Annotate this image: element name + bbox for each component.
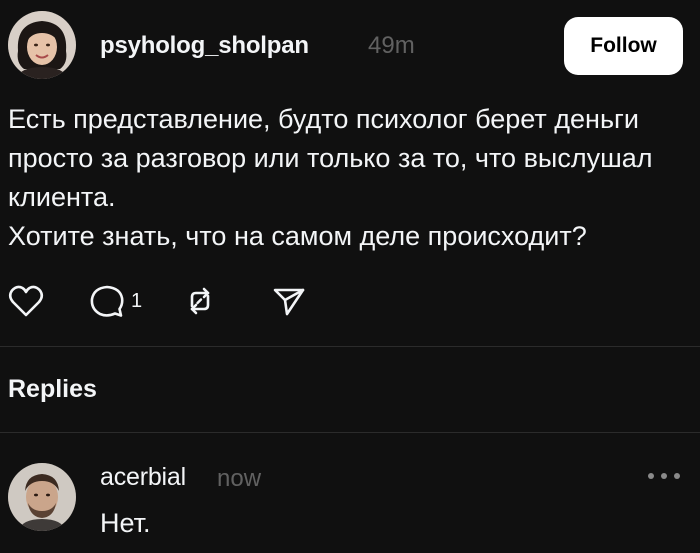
share-button[interactable] [271, 283, 307, 319]
send-icon [273, 288, 305, 316]
avatar-image [8, 11, 76, 79]
post-header: psyholog_sholpan 49m Follow [0, 0, 700, 90]
comment-button[interactable]: 1 [89, 283, 142, 319]
divider [0, 346, 700, 347]
follow-button[interactable]: Follow [564, 17, 683, 75]
reply-timestamp: now [217, 465, 262, 492]
comment-count: 1 [131, 289, 143, 312]
like-button[interactable] [8, 283, 44, 319]
post-username[interactable]: psyholog_sholpan [100, 32, 309, 60]
avatar[interactable] [8, 11, 76, 79]
more-dots-icon [674, 473, 680, 479]
repost-icon [190, 287, 210, 315]
more-dots-icon [648, 473, 654, 479]
divider [0, 432, 700, 433]
heart-icon [8, 285, 44, 317]
more-dots-icon [661, 473, 667, 479]
repost-button[interactable] [182, 283, 218, 319]
comment-icon [90, 285, 124, 317]
reply-username[interactable]: acerbial [100, 463, 186, 492]
post-actions: 1 [0, 283, 700, 323]
post-paragraph: Есть представление, будто психолог берет… [8, 104, 653, 212]
post-paragraph: Хотите знать, что на самом деле происход… [8, 221, 587, 251]
avatar-image [8, 463, 76, 531]
more-options-button[interactable] [648, 466, 680, 486]
replies-heading: Replies [8, 375, 97, 403]
post-body: Есть представление, будто психолог берет… [8, 100, 688, 256]
reply-text: Нет. [100, 508, 151, 538]
post-timestamp: 49m [368, 32, 415, 59]
reply-avatar[interactable] [8, 463, 76, 531]
